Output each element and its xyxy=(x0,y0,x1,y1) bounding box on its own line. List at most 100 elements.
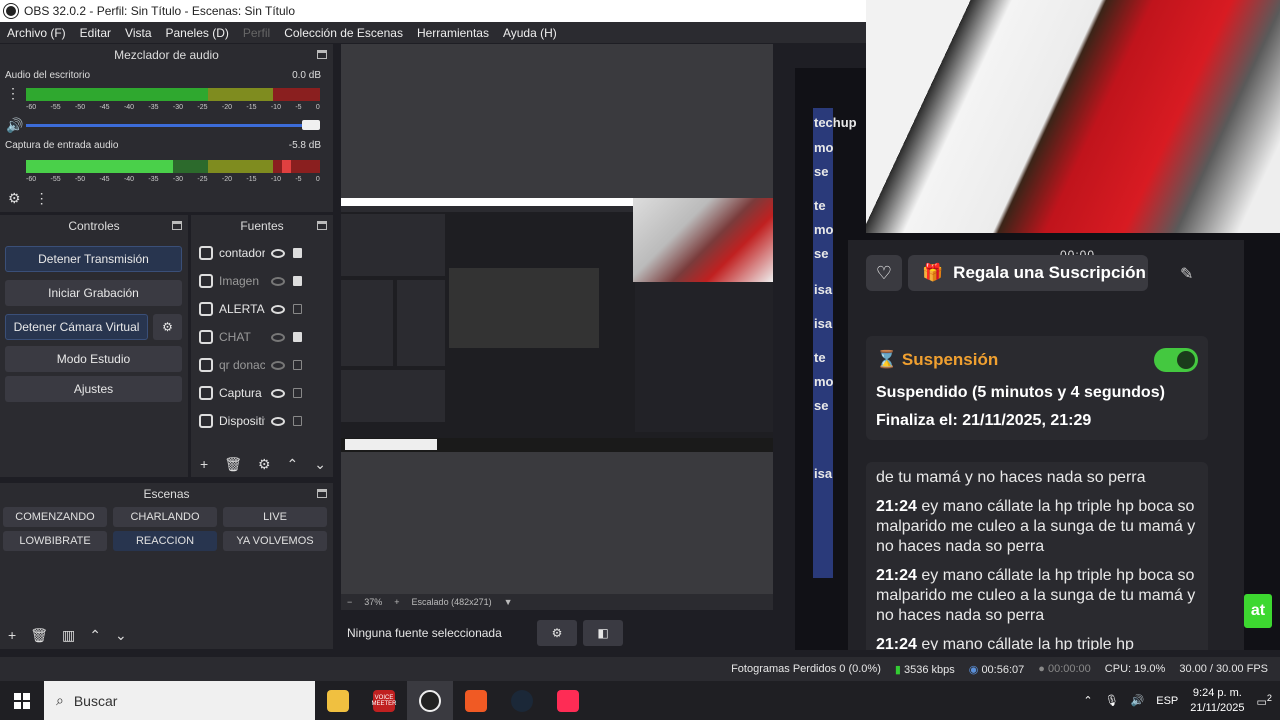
properties-gear-icon[interactable]: ⚙ xyxy=(537,620,577,646)
windows-start-button[interactable] xyxy=(0,681,44,720)
suspension-duration: Suspendido (5 minutos y 4 segundos) xyxy=(876,384,1165,401)
source-item[interactable]: Dispositiv xyxy=(199,407,323,435)
unlock-icon[interactable] xyxy=(293,416,302,426)
gift-subscription-button[interactable]: 🎁 Regala una Suscripción xyxy=(908,255,1148,291)
unlock-icon[interactable] xyxy=(293,360,302,370)
undock-icon[interactable] xyxy=(317,221,327,230)
mic-muted-icon[interactable]: ✎ xyxy=(1180,264,1193,284)
menu-vista[interactable]: Vista xyxy=(118,26,158,40)
stream-icon: ◉ xyxy=(968,663,979,676)
add-icon[interactable]: + xyxy=(8,627,16,644)
green-action-button[interactable]: at xyxy=(1244,594,1272,628)
visibility-eye-icon[interactable] xyxy=(271,388,285,398)
heart-icon[interactable]: ♡ xyxy=(866,255,902,291)
trash-icon[interactable]: 🗑 xyxy=(30,627,48,644)
gear-icon[interactable]: ⚙ xyxy=(8,190,21,207)
filters-icon[interactable]: ◧ xyxy=(583,620,623,646)
scene-button[interactable]: LIVE xyxy=(223,507,327,527)
filter-icon[interactable]: ▥ xyxy=(62,627,75,644)
gear-icon[interactable]: ⚙ xyxy=(258,456,271,473)
tiktok-live-icon[interactable] xyxy=(545,681,591,720)
notification-icon[interactable]: ▭2 xyxy=(1257,693,1273,709)
language-indicator[interactable]: ESP xyxy=(1156,695,1178,707)
brave-browser-icon[interactable] xyxy=(453,681,499,720)
chat-username: techup xyxy=(814,115,857,130)
menu-editar[interactable]: Editar xyxy=(73,26,118,40)
settings-button[interactable]: Ajustes xyxy=(5,376,182,402)
unlock-icon[interactable] xyxy=(293,388,302,398)
globe-icon xyxy=(199,330,213,344)
lock-icon[interactable] xyxy=(293,276,302,286)
scene-button[interactable]: YA VOLVEMOS xyxy=(223,531,327,551)
scene-button[interactable]: LOWBIBRATE xyxy=(3,531,107,551)
menu-herramientas[interactable]: Herramientas xyxy=(410,26,496,40)
chevron-down-icon[interactable]: ⌄ xyxy=(314,456,326,473)
undock-icon[interactable] xyxy=(317,489,327,498)
channel-menu-icon[interactable]: ⋮ xyxy=(6,86,20,100)
sources-toolbar: + 🗑 ⚙ ⌃ ⌄ xyxy=(200,456,326,473)
visibility-eye-icon[interactable] xyxy=(271,248,285,258)
preview-canvas[interactable] xyxy=(341,44,773,594)
add-icon[interactable]: + xyxy=(200,456,208,473)
menu-paneles[interactable]: Paneles (D) xyxy=(159,26,236,40)
stop-stream-button[interactable]: Detener Transmisión xyxy=(5,246,182,272)
source-item[interactable]: Captura d xyxy=(199,379,323,407)
zoom-out-icon[interactable]: − xyxy=(347,597,352,607)
hidden-eye-icon[interactable] xyxy=(271,276,285,286)
obs-app-icon[interactable] xyxy=(407,681,453,720)
scene-button[interactable]: COMENZANDO xyxy=(3,507,107,527)
start-recording-button[interactable]: Iniciar Grabación xyxy=(5,280,182,306)
volume-slider-handle[interactable] xyxy=(302,120,320,130)
hidden-eye-icon[interactable] xyxy=(271,332,285,342)
chat-username: te xyxy=(814,350,826,365)
menu-coleccion[interactable]: Colección de Escenas xyxy=(277,26,410,40)
chevron-up-icon[interactable]: ⌃ xyxy=(287,456,299,473)
voicemeeter-icon[interactable]: VOICE MEETER xyxy=(361,681,407,720)
source-label: CHAT xyxy=(219,330,251,344)
visibility-eye-icon[interactable] xyxy=(271,416,285,426)
chevron-up-icon[interactable]: ⌃ xyxy=(89,627,101,644)
speaker-icon[interactable]: 🔊 xyxy=(6,118,23,132)
source-item[interactable]: CHAT xyxy=(199,323,323,351)
undock-icon[interactable] xyxy=(317,50,327,59)
source-item[interactable]: contador xyxy=(199,239,323,267)
studio-mode-button[interactable]: Modo Estudio xyxy=(5,346,182,372)
menu-perfil[interactable]: Perfil xyxy=(236,26,277,40)
microphone-icon[interactable]: 🎙 xyxy=(1105,694,1119,707)
unlock-icon[interactable] xyxy=(293,304,302,314)
steam-icon[interactable] xyxy=(499,681,545,720)
visibility-eye-icon[interactable] xyxy=(271,304,285,314)
lock-icon[interactable] xyxy=(293,248,302,258)
suspension-toggle[interactable] xyxy=(1154,348,1198,372)
suspension-card: ⌛ Suspensión Suspendido (5 minutos y 4 s… xyxy=(866,336,1208,440)
dropdown-icon[interactable]: ▼ xyxy=(504,597,513,607)
chevron-down-icon[interactable]: ⌄ xyxy=(115,627,127,644)
undock-icon[interactable] xyxy=(172,221,182,230)
source-item[interactable]: qr donac xyxy=(199,351,323,379)
lock-icon[interactable] xyxy=(293,332,302,342)
taskbar-search[interactable]: ⌕ Buscar xyxy=(44,681,315,720)
virtual-camera-settings-icon[interactable]: ⚙ xyxy=(153,314,182,340)
channel-name: Audio del escritorio xyxy=(5,70,91,81)
source-item[interactable]: ALERTAS xyxy=(199,295,323,323)
source-item[interactable]: Imagen xyxy=(199,267,323,295)
menu-archivo[interactable]: Archivo (F) xyxy=(0,26,73,40)
clock[interactable]: 9:24 p. m. 21/11/2025 xyxy=(1190,686,1244,716)
stop-virtual-camera-button[interactable]: Detener Cámara Virtual xyxy=(5,314,148,340)
mixer-title: Mezclador de audio xyxy=(114,48,219,62)
camera-icon xyxy=(199,414,213,428)
microphone-icon xyxy=(199,386,213,400)
sources-dock: Fuentes contador Imagen ALERTAS CHAT qr … xyxy=(191,215,333,477)
volume-slider[interactable] xyxy=(26,120,320,130)
kebab-menu-icon[interactable]: ⋮ xyxy=(35,190,49,207)
hidden-eye-icon[interactable] xyxy=(271,360,285,370)
chevron-up-icon[interactable]: ⌃ xyxy=(1083,694,1092,707)
source-label: Captura d xyxy=(219,386,265,400)
file-explorer-icon[interactable] xyxy=(315,681,361,720)
zoom-in-icon[interactable]: + xyxy=(394,597,399,607)
scene-button[interactable]: CHARLANDO xyxy=(113,507,217,527)
menu-ayuda[interactable]: Ayuda (H) xyxy=(496,26,564,40)
scene-button-selected[interactable]: REACCION xyxy=(113,531,217,551)
volume-icon[interactable]: 🔊 xyxy=(1131,694,1145,707)
trash-icon[interactable]: 🗑 xyxy=(224,456,242,473)
